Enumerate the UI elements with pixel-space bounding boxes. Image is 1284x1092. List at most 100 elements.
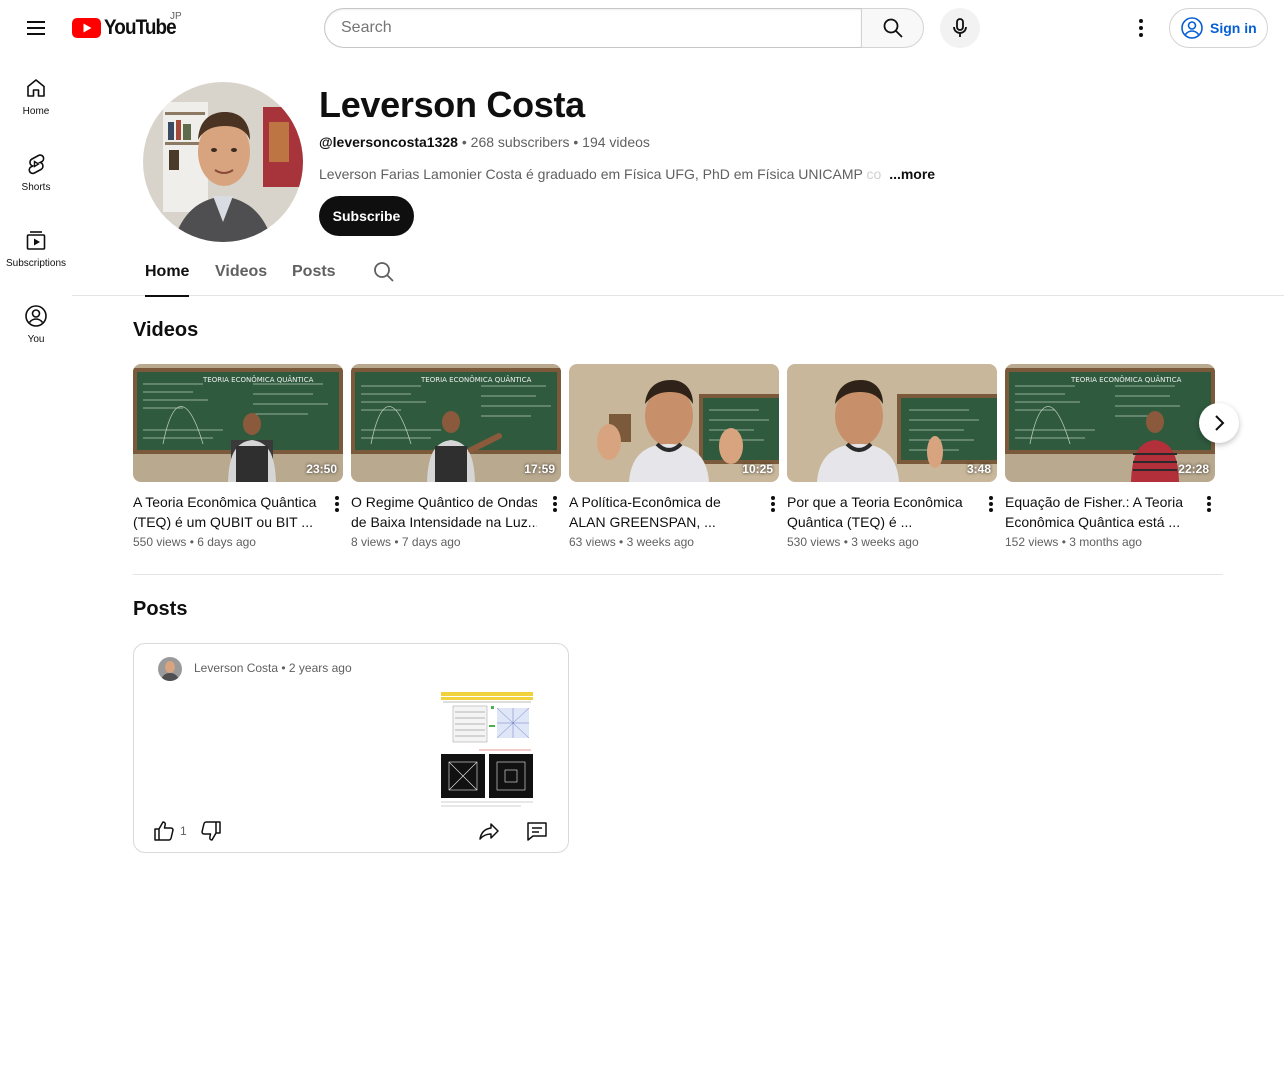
guide-item-home[interactable]: Home [0, 56, 72, 132]
channel-avatar[interactable] [143, 82, 303, 242]
svg-text:TEORIA ECONÔMICA QUÂNTICA: TEORIA ECONÔMICA QUÂNTICA [420, 375, 532, 384]
guide-item-shorts[interactable]: Shorts [0, 132, 72, 208]
home-icon [27, 79, 45, 97]
you-icon [25, 305, 47, 327]
settings-more-button[interactable] [1121, 8, 1161, 48]
video-title[interactable]: A Teoria Econômica Quântica (TEQ) é um Q… [133, 492, 319, 532]
video-age: 3 weeks ago [626, 535, 694, 549]
video-title[interactable]: Por que a Teoria Econômica Quântica (TEQ… [787, 492, 973, 532]
subscriber-count: 268 subscribers [470, 134, 570, 150]
search-icon [374, 262, 394, 282]
like-button[interactable] [152, 819, 176, 843]
video-card[interactable]: 10:25 A Política-Econômica de ALAN GREEN… [569, 364, 779, 551]
video-thumbnail[interactable]: 10:25 [569, 364, 779, 482]
video-duration: 3:48 [966, 462, 991, 476]
meta-separator: • [573, 134, 583, 150]
video-meta: 63 views • 3 weeks ago [569, 535, 694, 549]
video-thumbnail[interactable]: TEORIA ECONÔMICA QUÂNTICA 17:59 [351, 364, 561, 482]
chevron-right-icon [1215, 415, 1225, 431]
video-title-line: Equação de Fisher.: A Teoria [1005, 494, 1183, 510]
video-menu-button[interactable] [1201, 492, 1217, 516]
description-more-link[interactable]: ...more [889, 166, 935, 182]
tab-search-button[interactable] [372, 260, 396, 284]
share-button[interactable] [474, 816, 504, 846]
mini-guide: Home Shorts Subscriptions You [0, 56, 72, 360]
video-card[interactable]: TEORIA ECONÔMICA QUÂNTICA 17:59 O Regime… [351, 364, 561, 551]
video-thumbnail[interactable]: TEORIA ECONÔMICA QUÂNTICA 22:28 [1005, 364, 1215, 482]
vertical-dots-icon [335, 496, 339, 512]
subscribe-button[interactable]: Subscribe [319, 196, 414, 236]
sign-in-button[interactable]: Sign in [1169, 8, 1268, 48]
video-age: 3 months ago [1069, 535, 1142, 549]
search-input[interactable] [324, 8, 861, 48]
post-author-name[interactable]: Leverson Costa [194, 661, 278, 675]
channel-handle: @leversoncosta1328 [319, 134, 458, 150]
video-title[interactable]: A Política-Econômica de ALAN GREENSPAN, … [569, 492, 755, 532]
video-age: 6 days ago [197, 535, 256, 549]
description-fade-text: co [862, 166, 882, 182]
vertical-dots-icon [553, 496, 557, 512]
youtube-play-icon [72, 18, 101, 38]
vertical-dots-icon [1207, 496, 1211, 512]
video-title-line: (TEQ) é um QUBIT ou BIT ... [133, 514, 313, 530]
guide-label-you: You [27, 334, 45, 345]
masthead: YouTube JP Sign in [0, 0, 1284, 56]
guide-label-subscriptions: Subscriptions [5, 258, 67, 269]
video-title-line: Por que a Teoria Econômica [787, 494, 963, 510]
video-views: 550 views [133, 535, 187, 549]
video-title-line: de Baixa Intensidade na Luz... [351, 514, 537, 530]
video-thumbnail[interactable]: TEORIA ECONÔMICA QUÂNTICA 23:50 [133, 364, 343, 482]
svg-text:TEORIA ECONÔMICA QUÂNTICA: TEORIA ECONÔMICA QUÂNTICA [1070, 375, 1182, 384]
tab-posts[interactable]: Posts [292, 248, 336, 296]
channel-description[interactable]: Leverson Farias Lamonier Costa é graduad… [319, 165, 935, 183]
guide-item-you[interactable]: You [0, 284, 72, 360]
video-menu-button[interactable] [329, 492, 345, 516]
guide-item-subscriptions[interactable]: Subscriptions [0, 208, 72, 284]
country-code: JP [170, 11, 182, 22]
video-menu-button[interactable] [547, 492, 563, 516]
shelf-next-button[interactable] [1199, 403, 1239, 443]
logo-text: YouTube [104, 16, 177, 39]
post-age[interactable]: 2 years ago [289, 661, 352, 675]
guide-menu-button[interactable] [16, 8, 56, 48]
tab-home[interactable]: Home [145, 248, 190, 297]
vertical-dots-icon [989, 496, 993, 512]
search-icon [883, 18, 903, 38]
video-views: 530 views [787, 535, 841, 549]
subscriptions-icon [26, 231, 46, 250]
videos-section-title: Videos [133, 319, 199, 341]
youtube-logo[interactable]: YouTube [72, 15, 184, 41]
video-meta: 550 views • 6 days ago [133, 535, 256, 549]
video-card[interactable]: 3:48 Por que a Teoria Econômica Quântica… [787, 364, 997, 551]
video-duration: 17:59 [524, 462, 555, 476]
shorts-icon [28, 154, 45, 175]
thumbs-up-icon [154, 821, 174, 841]
video-title[interactable]: O Regime Quântico de Ondas de Baixa Inte… [351, 492, 537, 532]
video-meta: 152 views • 3 months ago [1005, 535, 1142, 549]
post-image[interactable] [439, 690, 535, 808]
video-menu-button[interactable] [765, 492, 781, 516]
video-menu-button[interactable] [983, 492, 999, 516]
section-divider [133, 574, 1223, 575]
post-card[interactable]: Leverson Costa • 2 years ago 1 [133, 643, 569, 853]
voice-search-button[interactable] [940, 8, 980, 48]
meta-separator: • [461, 134, 471, 150]
search-button[interactable] [861, 8, 924, 48]
microphone-icon [953, 18, 967, 37]
like-count: 1 [180, 824, 187, 838]
video-card[interactable]: TEORIA ECONÔMICA QUÂNTICA 22:28 Equação … [1005, 364, 1215, 551]
tab-videos[interactable]: Videos [215, 248, 267, 296]
video-card[interactable]: TEORIA ECONÔMICA QUÂNTICA 23:50 A Teoria… [133, 364, 343, 551]
video-title[interactable]: Equação de Fisher.: A Teoria Econômica Q… [1005, 492, 1191, 532]
posts-section-title: Posts [133, 598, 188, 620]
video-views: 8 views [351, 535, 392, 549]
guide-label-shorts: Shorts [21, 182, 51, 193]
video-duration: 23:50 [306, 462, 337, 476]
post-author-avatar[interactable] [158, 657, 182, 681]
dislike-button[interactable] [199, 819, 223, 843]
vertical-dots-icon [771, 496, 775, 512]
svg-text:TEORIA ECONÔMICA QUÂNTICA: TEORIA ECONÔMICA QUÂNTICA [202, 375, 314, 384]
comment-icon [527, 822, 547, 841]
comment-button[interactable] [522, 816, 552, 846]
video-thumbnail[interactable]: 3:48 [787, 364, 997, 482]
